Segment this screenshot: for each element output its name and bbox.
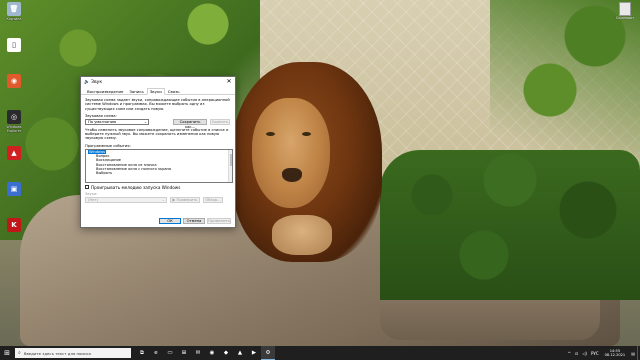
clock-date: 08.12.2021: [604, 353, 626, 357]
network-icon[interactable]: ⊡: [575, 351, 578, 356]
app-icon-3[interactable]: ▶: [247, 346, 261, 360]
scheme-label: Звуковая схема:: [85, 113, 117, 118]
file-icon: [619, 2, 631, 16]
dialog-title: Звук: [91, 79, 103, 85]
wallpaper-ivy: [380, 150, 640, 300]
program-events-list[interactable]: Windows Вопрос Восклицание Восстановление о…: [85, 148, 233, 183]
desktop-icon-app-3[interactable]: ▣: [2, 182, 26, 216]
tab-2[interactable]: Звуки: [146, 88, 165, 95]
desktop-icon-screenshot[interactable]: Скриншот: [614, 2, 636, 20]
tray-chevron-icon[interactable]: ^: [568, 351, 571, 356]
event-list-item[interactable]: Выбрать: [86, 171, 232, 175]
system-tray: ^ ⊡ ◁) РУС 14:55 08.12.2021 ▤: [566, 346, 640, 360]
close-icon[interactable]: ✕: [223, 77, 235, 87]
notifications-icon[interactable]: ▤: [631, 351, 635, 356]
search-icon: ⌕: [18, 350, 21, 356]
app-2-icon: ▲: [7, 146, 21, 160]
lion-eye-right: [302, 132, 311, 136]
sounds-label: Звуки:: [85, 191, 98, 196]
app-3-icon: ▣: [7, 182, 21, 196]
settings-icon[interactable]: ⚙: [261, 346, 275, 360]
desktop-icon-app-2[interactable]: ▲: [2, 146, 26, 180]
document-icon: ▯: [7, 38, 21, 52]
desktop-icon-label: Windows Explorer: [6, 125, 22, 133]
chrome-icon[interactable]: ◉: [205, 346, 219, 360]
tab-3[interactable]: Связь: [165, 88, 183, 94]
scheme-select[interactable]: По умолчанию ⌄: [85, 118, 149, 125]
taskbar: ⊞ ⌕ Введите здесь текст для поиска ⧉ e ▭ ⊞ ✉…: [0, 346, 640, 360]
desktop-icon-label: Корзина: [6, 17, 22, 21]
sounds-select[interactable]: (Нет) ⌄: [85, 196, 167, 203]
scrollbar-thumb[interactable]: [229, 153, 232, 166]
task-view-icon[interactable]: ⧉: [135, 346, 149, 360]
explorer-icon: ◎: [7, 110, 21, 124]
sounds-select-value: (Нет): [88, 197, 99, 202]
scheme-description: Звуковая схема задает звуки, сопровождаю…: [85, 98, 230, 111]
desktop-icon-document[interactable]: ▯: [2, 38, 26, 72]
browse-button[interactable]: Обзор...: [203, 196, 223, 203]
lion-face: [252, 98, 330, 208]
app-icon-1[interactable]: ◆: [219, 346, 233, 360]
desktop-icon-app-4[interactable]: K: [2, 218, 26, 252]
app-1-icon: ◉: [7, 74, 21, 88]
dialog-titlebar[interactable]: 🔈 Звук ✕: [81, 77, 235, 87]
taskbar-search-box[interactable]: ⌕ Введите здесь текст для поиска: [15, 348, 131, 358]
sound-dialog: 🔈 Звук ✕ Воспроизведение Запись Звуки Связь…: [80, 76, 236, 228]
ok-button[interactable]: ОК: [159, 218, 181, 224]
lion-nose: [282, 168, 302, 182]
store-icon[interactable]: ⊞: [177, 346, 191, 360]
events-description: Чтобы изменить звуковое сопровождение, щ…: [85, 127, 229, 141]
event-label: Выбрать: [96, 171, 113, 176]
taskbar-clock[interactable]: 14:55 08.12.2021: [605, 349, 626, 358]
language-indicator[interactable]: РУС: [591, 351, 599, 356]
delete-button[interactable]: Удалить: [210, 118, 230, 125]
chevron-down-icon: ⌄: [161, 197, 165, 202]
lion-paw: [272, 215, 332, 255]
startup-sound-checkbox[interactable]: [85, 185, 89, 190]
desktop-icon-recycle-bin[interactable]: 🗑 Корзина: [2, 2, 26, 36]
desktop-icon-app-1[interactable]: ◉: [2, 74, 26, 108]
taskbar-pinned-icons: ⧉ e ▭ ⊞ ✉ ◉ ◆ ▲ ▶ ⚙: [135, 346, 275, 360]
cancel-button[interactable]: Отмена: [183, 218, 205, 224]
dialog-tabs: Воспроизведение Запись Звуки Связь: [81, 88, 235, 95]
file-explorer-icon[interactable]: ▭: [163, 346, 177, 360]
recycle-bin-icon: 🗑: [7, 2, 21, 16]
volume-icon[interactable]: ◁): [582, 351, 587, 356]
startup-sound-label: Проигрывать мелодию запуска Windows: [91, 184, 181, 190]
desktop-icon-explorer[interactable]: ◎ Windows Explorer: [2, 110, 26, 144]
windows-start-icon[interactable]: ⊞: [0, 346, 14, 360]
events-scrollbar[interactable]: [228, 149, 232, 182]
speaker-icon: 🔈: [84, 79, 90, 85]
apply-button[interactable]: Применить: [207, 218, 231, 224]
scheme-select-value: По умолчанию: [88, 119, 117, 124]
app-icon-2[interactable]: ▲: [233, 346, 247, 360]
mail-icon[interactable]: ✉: [191, 346, 205, 360]
dialog-body: Звуковая схема задает звуки, сопровождаю…: [81, 95, 235, 209]
desktop-icon-label: Скриншот: [615, 16, 635, 20]
save-as-button[interactable]: Сохранить как...: [173, 118, 207, 129]
search-placeholder: Введите здесь текст для поиска: [23, 350, 91, 356]
app-4-icon: K: [7, 218, 21, 232]
test-sound-button[interactable]: ▶ Проверить: [170, 196, 200, 203]
tab-1[interactable]: Запись: [126, 88, 146, 94]
lion-eye-left: [266, 132, 275, 136]
events-label: Программные события:: [85, 143, 131, 148]
chevron-down-icon: ⌄: [143, 119, 147, 124]
edge-icon[interactable]: e: [149, 346, 163, 360]
tab-0[interactable]: Воспроизведение: [84, 88, 126, 94]
desktop-icons: 🗑 Корзина ▯ ◉ ◎ Windows Explorer ▲ ▣ K: [2, 2, 28, 254]
